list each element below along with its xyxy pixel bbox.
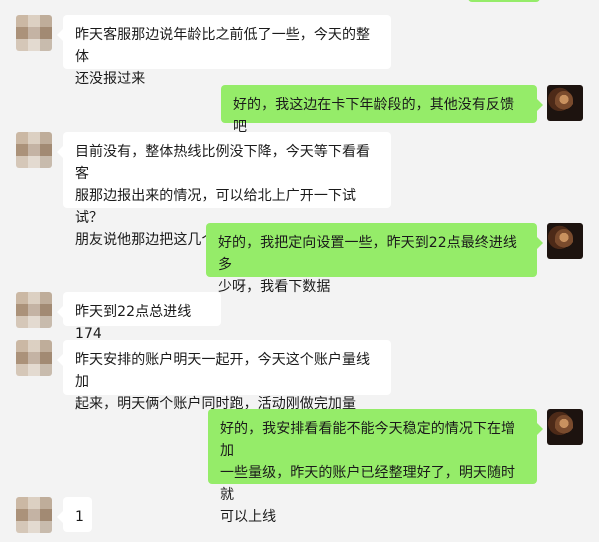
- previous-message-bubble-edge: [468, 0, 540, 2]
- user-avatar-icon[interactable]: [547, 223, 583, 259]
- incoming-message-bubble[interactable]: 目前没有，整体热线比例没下降，今天等下看看客 服那边报出来的情况，可以给北上广开…: [57, 132, 391, 248]
- user-avatar-icon[interactable]: [547, 409, 583, 445]
- blurred-avatar-icon[interactable]: [16, 497, 52, 533]
- incoming-message-bubble[interactable]: 昨天安排的账户明天一起开，今天这个账户量线加 起来，明天俩个账户同时跑，活动刚做…: [57, 340, 391, 412]
- blurred-avatar-icon[interactable]: [16, 132, 52, 168]
- blurred-avatar-icon[interactable]: [16, 340, 52, 376]
- blurred-avatar-icon[interactable]: [16, 15, 52, 51]
- incoming-message-bubble[interactable]: 昨天到22点总进线174: [57, 292, 221, 342]
- outgoing-message-bubble[interactable]: 好的，我这边在卡下年龄段的，其他没有反馈吧: [221, 85, 543, 135]
- blurred-avatar-icon[interactable]: [16, 292, 52, 328]
- chat-conversation: 昨天客服那边说年龄比之前低了一些，今天的整体 还没报过来 好的，我这边在卡下年龄…: [0, 0, 599, 542]
- incoming-message-bubble[interactable]: 昨天客服那边说年龄比之前低了一些，今天的整体 还没报过来: [57, 15, 391, 87]
- outgoing-message-bubble[interactable]: 好的，我安排看看能不能今天稳定的情况下在增加 一些量级，昨天的账户已经整理好了，…: [208, 409, 543, 525]
- user-avatar-icon[interactable]: [547, 85, 583, 121]
- incoming-message-bubble[interactable]: 1: [57, 497, 92, 532]
- outgoing-message-bubble[interactable]: 好的，我把定向设置一些，昨天到22点最终进线多 少呀，我看下数据: [206, 223, 543, 295]
